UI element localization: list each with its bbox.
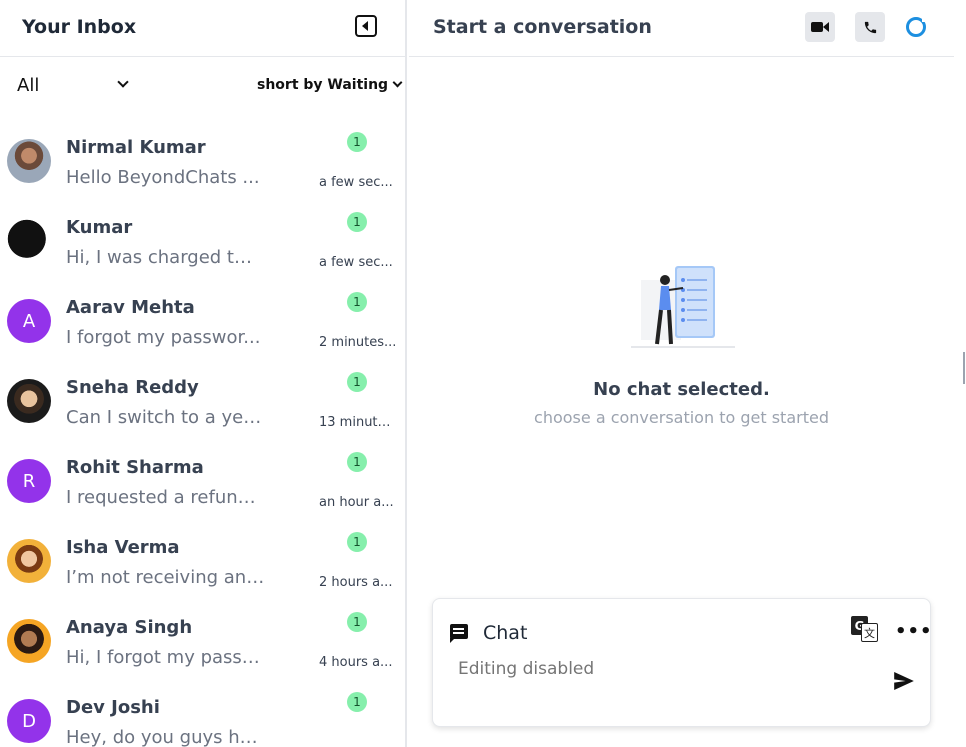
chat-icon <box>450 624 468 643</box>
timestamp: a few sec... <box>319 175 393 190</box>
message-preview: Hey, do you guys ha... <box>66 727 266 747</box>
conversation-item[interactable]: Kumar Hi, I was charged twi... 1 a few sec.… <box>0 198 405 278</box>
conversation-item[interactable]: A Aarav Mehta I forgot my passwor... 1 2 min… <box>0 278 405 358</box>
chevron-down-icon <box>117 76 129 88</box>
translate-icon[interactable]: G 文 <box>851 616 879 642</box>
message-preview: Can I switch to a yea... <box>66 407 266 428</box>
chat-pane: Start a conversation No chat selected. c… <box>409 0 954 747</box>
inbox-title: Your Inbox <box>22 16 137 38</box>
contact-name: Sneha Reddy <box>66 377 199 398</box>
conversation-item[interactable]: Anaya Singh Hi, I forgot my passw... 1 4 ho… <box>0 598 405 678</box>
message-preview: Hi, I was charged twi... <box>66 247 266 268</box>
refresh-icon[interactable] <box>906 17 927 37</box>
unread-badge: 1 <box>347 452 367 472</box>
phone-call-button[interactable] <box>855 12 885 42</box>
avatar-initial: D <box>22 710 36 732</box>
message-preview: Hi, I forgot my passw... <box>66 647 266 668</box>
app: Your Inbox All short by Waiting Nirmal K… <box>0 0 966 747</box>
avatar-initial: R <box>22 470 36 492</box>
message-input[interactable] <box>458 659 878 679</box>
timestamp: 2 minutes... <box>319 335 397 350</box>
sort-label: short by Waiting <box>257 77 389 93</box>
avatar: D <box>7 699 51 743</box>
avatar: R <box>7 459 51 503</box>
message-preview: I requested a refund ... <box>66 487 266 508</box>
timestamp: 4 hours a... <box>319 655 393 670</box>
conversation-item[interactable]: D Dev Joshi Hey, do you guys ha... 1 <box>0 678 405 747</box>
send-icon[interactable] <box>894 672 914 690</box>
contact-name: Aarav Mehta <box>66 297 195 318</box>
conversation-item[interactable]: Nirmal Kumar Hello BeyondChats ... 1 a few … <box>0 118 405 198</box>
chevron-down-icon <box>392 77 403 88</box>
contact-name: Rohit Sharma <box>66 457 204 478</box>
conversation-list: Nirmal Kumar Hello BeyondChats ... 1 a few … <box>0 118 405 747</box>
contact-name: Kumar <box>66 217 133 238</box>
conversation-item[interactable]: Isha Verma I’m not receiving any... 1 2 hou… <box>0 518 405 598</box>
conversation-item[interactable]: Sneha Reddy Can I switch to a yea... 1 13 m… <box>0 358 405 438</box>
timestamp: an hour a... <box>319 495 394 510</box>
contact-name: Dev Joshi <box>66 697 160 718</box>
chat-title: Start a conversation <box>433 16 652 38</box>
empty-state-subtitle: choose a conversation to get started <box>534 408 829 427</box>
unread-badge: 1 <box>347 372 367 392</box>
inbox-pane: Your Inbox All short by Waiting Nirmal K… <box>0 0 407 747</box>
timestamp: 13 minute... <box>319 415 397 430</box>
scrollbar[interactable] <box>954 0 966 747</box>
filter-dropdown[interactable]: All <box>17 75 132 99</box>
more-icon[interactable]: ••• <box>895 621 933 642</box>
avatar: A <box>7 299 51 343</box>
message-preview: Hello BeyondChats ... <box>66 167 260 188</box>
avatar <box>7 139 51 183</box>
chat-header: Start a conversation <box>409 0 954 57</box>
contact-name: Nirmal Kumar <box>66 137 206 158</box>
timestamp: 2 hours a... <box>319 575 393 590</box>
unread-badge: 1 <box>347 212 367 232</box>
scrollbar-thumb[interactable] <box>963 352 965 384</box>
message-preview: I forgot my passwor... <box>66 327 261 348</box>
filter-label: All <box>17 75 40 96</box>
contact-name: Anaya Singh <box>66 617 193 638</box>
avatar <box>7 379 51 423</box>
avatar <box>7 219 51 263</box>
video-call-button[interactable] <box>805 12 835 42</box>
empty-state-title: No chat selected. <box>593 379 770 400</box>
empty-state-illustration <box>631 266 735 348</box>
avatar-initial: A <box>22 310 36 332</box>
unread-badge: 1 <box>347 132 367 152</box>
unread-badge: 1 <box>347 692 367 712</box>
phone-icon <box>864 21 876 33</box>
message-preview: I’m not receiving any... <box>66 567 266 588</box>
avatar <box>7 619 51 663</box>
sort-dropdown[interactable]: short by Waiting <box>257 77 403 93</box>
timestamp: a few sec... <box>319 255 393 270</box>
filter-row: All short by Waiting <box>0 57 405 117</box>
unread-badge: 1 <box>347 292 367 312</box>
composer-mode-label: Chat <box>483 622 528 644</box>
video-icon <box>811 22 829 32</box>
collapse-sidebar-icon[interactable] <box>355 15 377 37</box>
inbox-header: Your Inbox <box>0 0 405 57</box>
avatar <box>7 539 51 583</box>
conversation-item[interactable]: R Rohit Sharma I requested a refund ... 1 an… <box>0 438 405 518</box>
unread-badge: 1 <box>347 532 367 552</box>
message-composer: Chat G 文 ••• <box>432 598 933 727</box>
contact-name: Isha Verma <box>66 537 180 558</box>
unread-badge: 1 <box>347 612 367 632</box>
